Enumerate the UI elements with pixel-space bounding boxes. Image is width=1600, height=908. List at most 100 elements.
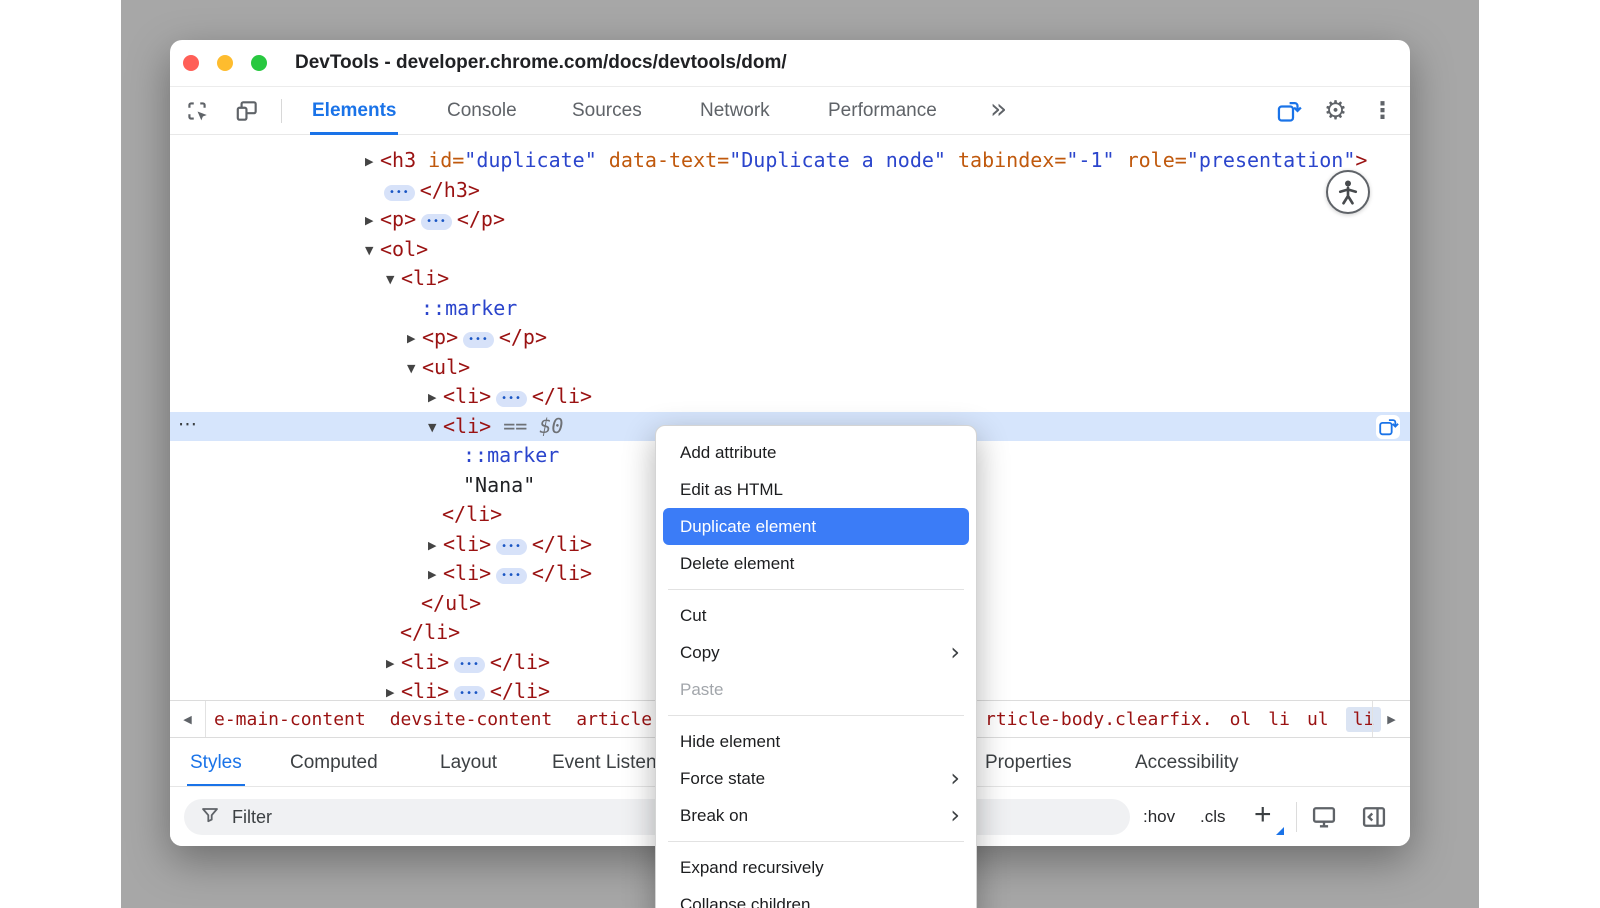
close-button[interactable] [183, 55, 199, 71]
breadcrumb-item[interactable]: ol [1230, 709, 1252, 730]
context-menu-item-expand-recursively[interactable]: Expand recursively [656, 849, 976, 886]
dom-tree-row[interactable]: •••</h3> [170, 176, 1410, 206]
context-menu-item-force-state[interactable]: Force state› [656, 760, 976, 797]
expand-arrow-icon[interactable]: ▶ [365, 147, 380, 177]
rendering-emulation-icon[interactable] [1310, 803, 1338, 831]
dom-tree-row[interactable]: ▶<p>•••</p> [170, 205, 1410, 235]
inline-ellipsis-icon[interactable]: ••• [454, 657, 485, 673]
sidebar-toggle-icon[interactable] [1360, 803, 1388, 831]
gutter-more-icon[interactable]: ⋯ [178, 410, 197, 440]
dom-tree-row[interactable]: ▼<ul> [170, 353, 1410, 383]
context-menu-item-hide-element[interactable]: Hide element [656, 723, 976, 760]
context-menu-item-break-on[interactable]: Break on› [656, 797, 976, 834]
context-menu-item-delete-element[interactable]: Delete element [656, 545, 976, 582]
menu-item-label: Force state [680, 769, 765, 788]
breadcrumb-item[interactable]: e-main-content [214, 709, 366, 730]
inline-ellipsis-icon[interactable]: ••• [496, 391, 527, 407]
sidebar-tab-computed[interactable]: Computed [290, 738, 378, 787]
collapse-arrow-icon[interactable]: ▼ [428, 413, 443, 443]
code-token: <li> [401, 679, 449, 700]
dom-tree-row[interactable]: ▼<ol> [170, 235, 1410, 265]
breadcrumb-item[interactable]: li [1268, 709, 1290, 730]
code-token: <li> [401, 650, 449, 674]
code-token: <h3 [380, 148, 416, 172]
duplicate-element-icon[interactable] [1376, 415, 1400, 439]
more-options-icon[interactable]: ⋮ [1369, 98, 1396, 125]
expand-arrow-icon[interactable]: ▶ [428, 383, 443, 413]
inspect-element-icon[interactable] [184, 98, 210, 124]
breadcrumb-item[interactable]: devsite-content [390, 709, 553, 730]
title-bar[interactable]: DevTools - developer.chrome.com/docs/dev… [170, 40, 1410, 87]
collapse-arrow-icon[interactable]: ▼ [365, 236, 380, 266]
window-title: DevTools - developer.chrome.com/docs/dev… [295, 52, 787, 74]
dom-tree-row[interactable]: ▶<h3 id="duplicate" data-text="Duplicate… [170, 146, 1410, 176]
breadcrumb-left-group: e-main-content devsite-content article [214, 701, 652, 737]
expand-arrow-icon[interactable]: ▶ [386, 678, 401, 700]
dom-tree-row[interactable]: ▶<li>•••</li> [170, 382, 1410, 412]
menu-item-label: Paste [680, 680, 723, 699]
code-token: </li> [442, 502, 502, 526]
inline-ellipsis-icon[interactable]: ••• [496, 568, 527, 584]
inline-ellipsis-icon[interactable]: ••• [496, 539, 527, 555]
menu-item-label: Collapse children [680, 895, 810, 908]
zoom-button[interactable] [251, 55, 267, 71]
context-menu-item-copy[interactable]: Copy› [656, 634, 976, 671]
sidebar-tab-layout[interactable]: Layout [440, 738, 497, 787]
tab-console[interactable]: Console [445, 87, 519, 135]
new-style-rule-button[interactable]: + [1254, 787, 1272, 846]
expand-arrow-icon[interactable]: ▶ [407, 324, 422, 354]
minimize-button[interactable] [217, 55, 233, 71]
context-menu-item-cut[interactable]: Cut [656, 597, 976, 634]
context-menu: Add attributeEdit as HTMLDuplicate eleme… [655, 425, 977, 908]
more-panels-icon[interactable]: » [990, 87, 1007, 135]
expand-arrow-icon[interactable]: ▶ [386, 649, 401, 679]
code-token: tabindex= [946, 148, 1066, 172]
code-token: "-1" [1066, 148, 1114, 172]
settings-gear-icon[interactable]: ⚙ [1322, 98, 1349, 125]
tab-elements[interactable]: Elements [310, 87, 398, 135]
dom-tree-row[interactable]: ::marker [170, 294, 1410, 324]
expand-arrow-icon[interactable]: ▶ [428, 531, 443, 561]
breadcrumb-item[interactable]: rticle-body.clearfix. [985, 709, 1213, 730]
breadcrumb-scroll-right-button[interactable]: ▶ [1372, 701, 1410, 737]
inline-ellipsis-icon[interactable]: ••• [463, 332, 494, 348]
code-token: </li> [400, 620, 460, 644]
menu-divider [668, 589, 964, 590]
inline-ellipsis-icon[interactable]: ••• [454, 686, 485, 700]
toggle-hover-state-button[interactable]: :hov [1143, 787, 1175, 846]
expand-arrow-icon[interactable]: ▶ [365, 206, 380, 236]
menu-divider [668, 841, 964, 842]
context-menu-item-duplicate-element[interactable]: Duplicate element [663, 508, 969, 545]
code-token: data-text= [597, 148, 729, 172]
tab-performance[interactable]: Performance [826, 87, 939, 135]
menu-item-label: Break on [680, 806, 748, 825]
sidebar-tab-styles[interactable]: Styles [190, 738, 242, 787]
context-menu-item-edit-as-html[interactable]: Edit as HTML [656, 471, 976, 508]
inline-ellipsis-icon[interactable]: ••• [384, 185, 415, 201]
menu-item-label: Delete element [680, 554, 794, 573]
collapse-arrow-icon[interactable]: ▼ [407, 354, 422, 384]
code-token: "duplicate" [464, 148, 596, 172]
inline-ellipsis-icon[interactable]: ••• [421, 214, 452, 230]
toggle-class-button[interactable]: .cls [1200, 787, 1226, 846]
code-token: </li> [532, 384, 592, 408]
sidebar-tab-accessibility[interactable]: Accessibility [1135, 738, 1238, 787]
context-menu-item-collapse-children[interactable]: Collapse children [656, 886, 976, 908]
code-token: id= [416, 148, 464, 172]
menu-item-label: Expand recursively [680, 858, 824, 877]
context-menu-item-add-attribute[interactable]: Add attribute [656, 434, 976, 471]
dom-tree-row[interactable]: ▶<p>•••</p> [170, 323, 1410, 353]
collapse-arrow-icon[interactable]: ▼ [386, 265, 401, 295]
dom-tree-row[interactable]: ▼<li> [170, 264, 1410, 294]
duplicate-panel-icon[interactable] [1275, 98, 1302, 125]
breadcrumb-item[interactable]: ul [1307, 709, 1329, 730]
breadcrumb-scroll-left-button[interactable]: ◀ [170, 701, 206, 737]
tab-sources[interactable]: Sources [570, 87, 644, 135]
filter-placeholder: Filter [232, 807, 272, 828]
expand-arrow-icon[interactable]: ▶ [428, 560, 443, 590]
context-menu-item-paste[interactable]: Paste [656, 671, 976, 708]
sidebar-tab-properties[interactable]: Properties [985, 738, 1072, 787]
breadcrumb-item[interactable]: article [576, 709, 652, 730]
tab-network[interactable]: Network [698, 87, 772, 135]
device-toolbar-icon[interactable] [234, 98, 260, 124]
